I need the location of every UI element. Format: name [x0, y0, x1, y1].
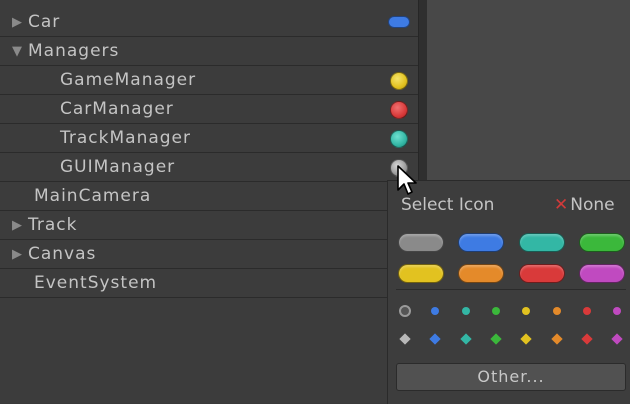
- hierarchy-item-carmanager[interactable]: CarManager: [0, 95, 418, 124]
- hierarchy-item-track[interactable]: ▶ Track: [0, 211, 418, 240]
- hierarchy-item-canvas[interactable]: ▶ Canvas: [0, 240, 418, 269]
- red-label-icon[interactable]: [519, 264, 565, 283]
- gray-diamond-icon[interactable]: [399, 333, 411, 345]
- green-label-icon[interactable]: [579, 233, 625, 252]
- yellow-circle-icon: [390, 72, 408, 90]
- hierarchy-item-maincamera[interactable]: MainCamera: [0, 182, 418, 211]
- expand-arrow-icon[interactable]: ▶: [12, 218, 28, 233]
- yellow-label-icon[interactable]: [398, 264, 444, 283]
- orange-diamond-icon[interactable]: [551, 333, 563, 345]
- purple-diamond-icon[interactable]: [611, 333, 623, 345]
- popup-title: Select Icon: [401, 195, 495, 215]
- gray-dot-icon-selected[interactable]: [399, 305, 411, 317]
- none-label: None: [570, 195, 615, 215]
- teal-circle-icon: [390, 130, 408, 148]
- close-x-icon: ✕: [554, 195, 569, 215]
- green-dot-icon[interactable]: [492, 307, 500, 315]
- teal-dot-icon[interactable]: [462, 307, 470, 315]
- blue-diamond-icon[interactable]: [429, 333, 441, 345]
- yellow-diamond-icon[interactable]: [520, 333, 532, 345]
- yellow-dot-icon[interactable]: [522, 307, 530, 315]
- red-circle-icon: [390, 101, 408, 119]
- red-diamond-icon[interactable]: [581, 333, 593, 345]
- purple-label-icon[interactable]: [579, 264, 625, 283]
- blue-pill-icon: [388, 16, 410, 28]
- hierarchy-item-managers[interactable]: ▼ Managers: [0, 37, 418, 66]
- hierarchy-item-eventsystem[interactable]: EventSystem: [0, 269, 418, 298]
- hierarchy-item-label: CarManager: [60, 99, 174, 119]
- hierarchy-item-label: Managers: [28, 41, 120, 61]
- expand-arrow-icon[interactable]: ▶: [12, 247, 28, 262]
- hierarchy-item-label: Canvas: [28, 244, 97, 264]
- red-dot-icon[interactable]: [583, 307, 591, 315]
- blue-dot-icon[interactable]: [431, 307, 439, 315]
- hierarchy-item-gamemanager[interactable]: GameManager: [0, 66, 418, 95]
- hierarchy-item-label: GameManager: [60, 70, 197, 90]
- hierarchy-item-label: GUIManager: [60, 157, 176, 177]
- mouse-pointer-icon: [397, 165, 417, 195]
- hierarchy-panel: ▶ Car ▼ Managers GameManager CarManager …: [0, 0, 418, 403]
- hierarchy-item-trackmanager[interactable]: TrackManager: [0, 124, 418, 153]
- none-button[interactable]: ✕ None: [554, 195, 615, 215]
- teal-diamond-icon[interactable]: [460, 333, 472, 345]
- gray-label-icon[interactable]: [398, 233, 444, 252]
- select-icon-popup: Select Icon ✕ None Other...: [387, 180, 630, 404]
- teal-label-icon[interactable]: [519, 233, 565, 252]
- hierarchy-item-car[interactable]: ▶ Car: [0, 8, 418, 37]
- hierarchy-item-label: Car: [28, 12, 61, 32]
- green-diamond-icon[interactable]: [490, 333, 502, 345]
- other-button[interactable]: Other...: [396, 363, 626, 391]
- hierarchy-item-label: EventSystem: [34, 273, 158, 293]
- collapse-arrow-icon[interactable]: ▼: [12, 44, 28, 59]
- divider: [396, 289, 626, 290]
- hierarchy-item-guimanager[interactable]: GUIManager: [0, 153, 418, 182]
- editor-window: ▶ Car ▼ Managers GameManager CarManager …: [0, 0, 630, 404]
- orange-label-icon[interactable]: [458, 264, 504, 283]
- hierarchy-item-label: TrackManager: [60, 128, 191, 148]
- hierarchy-item-label: MainCamera: [34, 186, 152, 206]
- expand-arrow-icon[interactable]: ▶: [12, 15, 28, 30]
- purple-dot-icon[interactable]: [613, 307, 621, 315]
- hierarchy-item-label: Track: [28, 215, 78, 235]
- orange-dot-icon[interactable]: [553, 307, 561, 315]
- blue-label-icon[interactable]: [458, 233, 504, 252]
